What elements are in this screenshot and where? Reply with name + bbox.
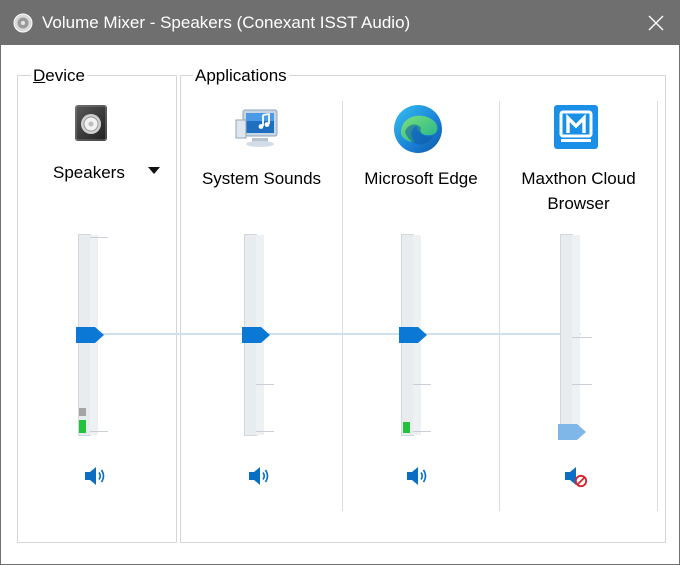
- system-sounds-mute-button[interactable]: [246, 463, 272, 489]
- applications-group-label: Applications: [193, 66, 289, 86]
- microsoft-edge-volume-thumb[interactable]: [398, 326, 428, 344]
- column-divider: [499, 101, 500, 511]
- chevron-down-icon[interactable]: [148, 167, 160, 175]
- title-bar: Volume Mixer - Speakers (Conexant ISST A…: [1, 1, 679, 45]
- system-sounds-volume-thumb[interactable]: [241, 326, 271, 344]
- system-sounds-icon: [235, 109, 278, 147]
- column-divider: [657, 101, 658, 511]
- maxthon-mute-button[interactable]: [562, 463, 588, 489]
- close-icon: [648, 15, 664, 31]
- volume-mixer-app-icon: [13, 13, 33, 33]
- window-title: Volume Mixer - Speakers (Conexant ISST A…: [42, 13, 411, 32]
- device-peak-meter: [79, 420, 86, 433]
- speaker-device-icon: [75, 105, 107, 141]
- microsoft-edge-mute-button[interactable]: [404, 463, 430, 489]
- volume-icon: [85, 467, 105, 485]
- maxthon-icon: [554, 105, 598, 149]
- muted-volume-icon: [565, 467, 588, 488]
- volume-icon: [249, 467, 269, 485]
- app-name-microsoft-edge: Microsoft Edge: [364, 169, 478, 188]
- app-name-system-sounds: System Sounds: [201, 169, 322, 188]
- device-volume-thumb[interactable]: [75, 326, 105, 344]
- tick-mark: [256, 384, 274, 385]
- volume-mixer-window: Volume Mixer - Speakers (Conexant ISST A…: [0, 0, 680, 565]
- volume-link-line: [101, 333, 581, 335]
- device-group-label: Device: [31, 66, 87, 86]
- maxthon-volume-rail: [572, 235, 580, 435]
- device-select[interactable]: Speakers: [53, 163, 125, 183]
- device-name-label: Speakers: [53, 163, 125, 182]
- edge-icon: [394, 105, 442, 153]
- close-button[interactable]: [633, 1, 679, 45]
- app-name-maxthon: Maxthon Cloud Browser: [521, 169, 636, 213]
- device-peak-meter-residual: [79, 408, 86, 416]
- tick-mark: [256, 431, 274, 432]
- volume-icon: [407, 467, 427, 485]
- maxthon-volume-thumb[interactable]: [557, 423, 587, 441]
- tick-mark: [413, 384, 431, 385]
- tick-mark: [90, 237, 108, 238]
- tick-mark: [90, 431, 108, 432]
- column-divider: [342, 101, 343, 511]
- tick-mark: [572, 337, 592, 338]
- tick-mark: [572, 384, 592, 385]
- tick-mark: [413, 431, 431, 432]
- device-mute-button[interactable]: [82, 463, 108, 489]
- microsoft-edge-peak-meter: [403, 422, 410, 433]
